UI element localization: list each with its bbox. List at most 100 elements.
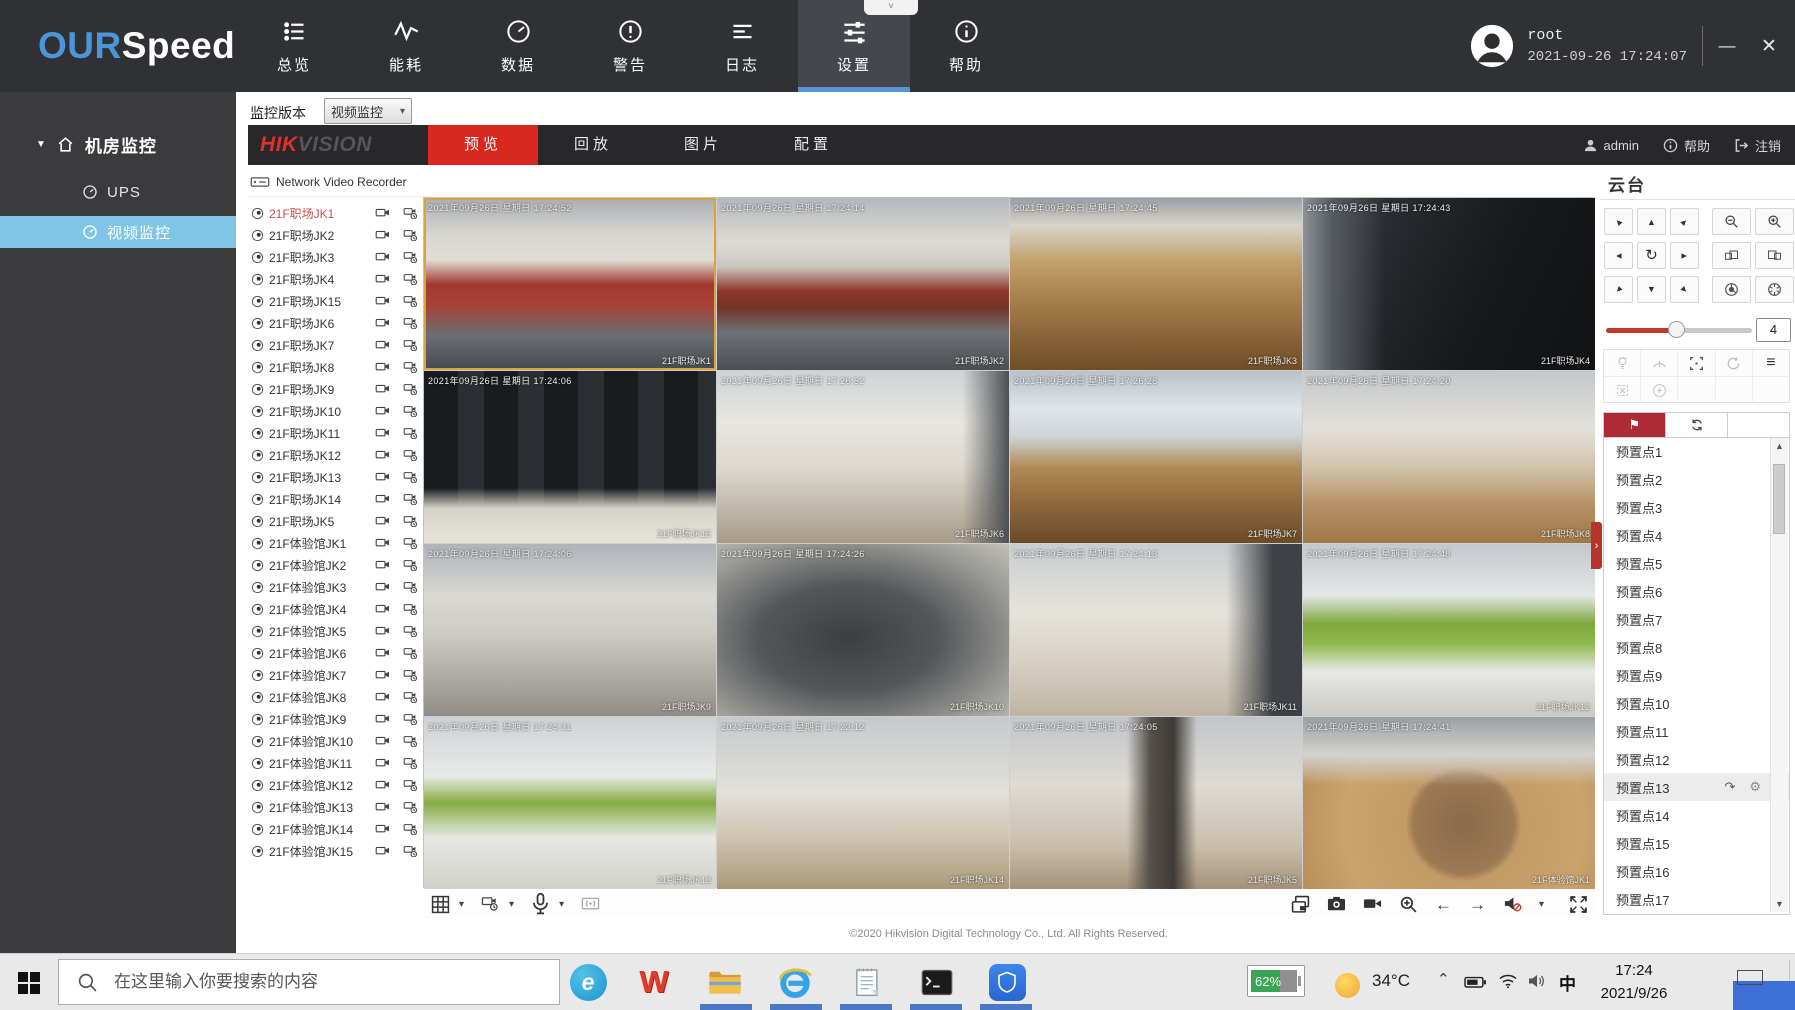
preset-item[interactable]: 预置点14 ↷ ⚙ — [1604, 801, 1789, 829]
preset-scrollbar[interactable]: ▲ ▼ — [1770, 438, 1788, 912]
stream-settings-icon[interactable] — [403, 713, 419, 726]
camera-list-item[interactable]: 21F职场JK11 — [248, 422, 426, 444]
video-cell[interactable]: 2021年09月26日 星期日 17:24:14 21F职场JK2 — [717, 198, 1009, 370]
logout-button[interactable]: 注销 — [1734, 136, 1781, 155]
taskbar-app-browser[interactable]: e — [569, 963, 607, 1001]
record-camera-icon[interactable] — [375, 229, 391, 242]
stream-settings-icon[interactable] — [403, 669, 419, 682]
stream-settings-icon[interactable] — [403, 339, 419, 352]
taskbar-app-internet-explorer[interactable] — [776, 963, 814, 1001]
ptz-up-left-button[interactable]: ▲ — [1604, 208, 1633, 235]
iris-open-button[interactable] — [1755, 276, 1794, 303]
stream-settings-icon[interactable] — [403, 207, 419, 220]
record-camera-icon[interactable] — [375, 251, 391, 264]
sidebar-root-room-monitoring[interactable]: ▼ 机房监控 — [0, 128, 236, 160]
ptz-right-button[interactable]: ▲ — [1670, 242, 1699, 269]
sidebar-item-ups[interactable]: UPS — [0, 176, 236, 208]
preset-item[interactable]: 预置点13 ↷ ⚙ — [1604, 773, 1789, 801]
camera-list-item[interactable]: 21F体验馆JK1 — [248, 532, 426, 554]
stream-settings-icon[interactable] — [403, 427, 419, 440]
stream-settings-icon[interactable] — [403, 779, 419, 792]
camera-list-item[interactable]: 21F体验馆JK7 — [248, 664, 426, 686]
tray-volume-icon[interactable] — [1527, 973, 1547, 990]
stream-settings-icon[interactable] — [403, 229, 419, 242]
preset-item[interactable]: 预置点3 ↷ ⚙ — [1604, 493, 1789, 521]
camera-list-item[interactable]: 21F职场JK15 — [248, 290, 426, 312]
preset-item[interactable]: 预置点2 ↷ ⚙ — [1604, 465, 1789, 493]
record-camera-icon[interactable] — [375, 669, 391, 682]
stream-settings-icon[interactable] — [403, 515, 419, 528]
video-cell[interactable]: 2021年09月26日 星期日 17:24:05 21F职场JK5 — [1010, 717, 1302, 889]
record-camera-icon[interactable] — [375, 317, 391, 330]
audio-caret-icon[interactable]: ▾ — [1539, 899, 1544, 910]
record-camera-icon[interactable] — [375, 493, 391, 506]
record-camera-icon[interactable] — [375, 515, 391, 528]
record-camera-icon[interactable] — [375, 427, 391, 440]
record-camera-icon[interactable] — [375, 713, 391, 726]
video-cell[interactable]: 2021年09月26日 星期日 17:24:31 21F职场JK13 — [424, 717, 716, 889]
tab-empty[interactable] — [1728, 413, 1789, 437]
tray-wifi-icon[interactable] — [1498, 973, 1518, 990]
stream-settings-icon[interactable] — [403, 383, 419, 396]
focus-far-button[interactable] — [1712, 242, 1751, 269]
ptz-left-button[interactable]: ▲ — [1604, 242, 1633, 269]
stream-settings-icon[interactable] — [403, 625, 419, 638]
focus-near-button[interactable] — [1755, 242, 1794, 269]
user-block[interactable]: root 2021-09-26 17:24:07 — [1469, 0, 1687, 92]
camera-list-item[interactable]: 21F体验馆JK14 — [248, 818, 426, 840]
record-camera-icon[interactable] — [375, 559, 391, 572]
stream-settings-icon[interactable] — [403, 317, 419, 330]
record-camera-icon[interactable] — [375, 845, 391, 858]
preset-item[interactable]: 预置点8 ↷ ⚙ — [1604, 633, 1789, 661]
preset-item[interactable]: 预置点16 ↷ ⚙ — [1604, 857, 1789, 885]
stream-settings-icon[interactable] — [403, 647, 419, 660]
preset-item[interactable]: 预置点12 ↷ ⚙ — [1604, 745, 1789, 773]
camera-list-item[interactable]: 21F职场JK2 — [248, 224, 426, 246]
record-camera-icon[interactable] — [375, 647, 391, 660]
help-button[interactable]: 帮助 — [1663, 136, 1710, 155]
taskbar-app-cmd[interactable] — [918, 963, 956, 1001]
stream-settings-icon[interactable] — [403, 735, 419, 748]
camera-list-item[interactable]: 21F体验馆JK8 — [248, 686, 426, 708]
taskbar-app-wps[interactable]: W — [635, 963, 673, 1001]
minimize-button[interactable]: — — [1709, 0, 1745, 92]
battery-widget[interactable]: 62% — [1247, 965, 1305, 997]
record-camera-icon[interactable] — [375, 449, 391, 462]
slider-thumb[interactable] — [1668, 321, 1685, 338]
close-button[interactable]: ✕ — [1751, 0, 1787, 92]
camera-list-item[interactable]: 21F体验馆JK11 — [248, 752, 426, 774]
record-camera-icon[interactable] — [375, 735, 391, 748]
camera-list-item[interactable]: 21F职场JK10 — [248, 400, 426, 422]
aux-focus-button[interactable] — [1678, 350, 1715, 376]
video-cell[interactable]: 2021年09月26日 星期日 17:24:26 21F职场JK10 — [717, 544, 1009, 716]
stream-type-icon[interactable] — [481, 895, 500, 914]
panel-collapse-handle[interactable]: › — [1591, 522, 1602, 569]
preset-item[interactable]: 预置点1 ↷ ⚙ — [1604, 437, 1789, 465]
video-cell[interactable]: 2021年09月26日 星期日 17:26:26 21F职场JK7 — [1010, 371, 1302, 543]
video-cell[interactable]: 2021年09月26日 星期日 17:24:45 21F职场JK3 — [1010, 198, 1302, 370]
search-input[interactable] — [112, 971, 536, 993]
stream-settings-icon[interactable] — [403, 801, 419, 814]
stream-settings-icon[interactable] — [403, 559, 419, 572]
camera-list-item[interactable]: 21F职场JK3 — [248, 246, 426, 268]
nav-item-help[interactable]: 帮助 — [910, 0, 1022, 92]
camera-list-item[interactable]: 21F职场JK13 — [248, 466, 426, 488]
record-camera-icon[interactable] — [375, 295, 391, 308]
preset-item[interactable]: 预置点17 ↷ ⚙ — [1604, 885, 1789, 913]
stream-settings-icon[interactable] — [403, 537, 419, 550]
preset-settings-icon[interactable]: ⚙ — [1749, 779, 1761, 795]
camera-list-item[interactable]: 21F体验馆JK5 — [248, 620, 426, 642]
preset-item[interactable]: 预置点4 ↷ ⚙ — [1604, 521, 1789, 549]
two-way-audio-icon[interactable] — [531, 895, 550, 914]
topbar-collapse-tab[interactable]: ˅ — [864, 0, 918, 15]
stream-settings-icon[interactable] — [403, 691, 419, 704]
record-camera-icon[interactable] — [375, 625, 391, 638]
tray-expand-icon[interactable]: ⌃ — [1437, 970, 1450, 988]
scroll-down-icon[interactable]: ▼ — [1771, 896, 1788, 912]
weather-sun-icon[interactable] — [1335, 973, 1360, 998]
video-cell[interactable]: 2021年09月26日 星期日 17:24:52 21F职场JK1 — [424, 198, 716, 370]
preset-item[interactable]: 预置点5 ↷ ⚙ — [1604, 549, 1789, 577]
camera-list-item[interactable]: 21F职场JK12 — [248, 444, 426, 466]
camera-list-item[interactable]: 21F职场JK1 — [248, 202, 426, 224]
fullscreen-icon[interactable] — [1569, 895, 1588, 914]
